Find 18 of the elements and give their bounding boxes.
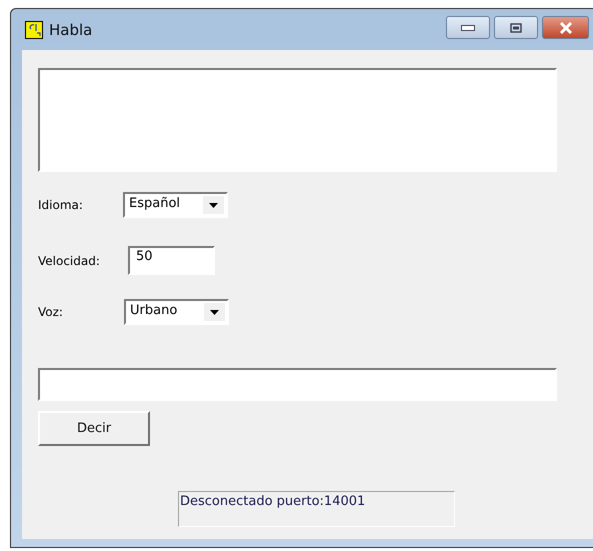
say-button[interactable]: Decir: [38, 411, 150, 446]
close-icon: [558, 22, 572, 34]
speed-field[interactable]: 50: [128, 246, 215, 275]
window-title: Habla: [49, 20, 92, 38]
text-area[interactable]: [38, 68, 557, 172]
close-button[interactable]: [542, 16, 589, 39]
app-icon: [25, 20, 43, 38]
maximize-icon: [510, 22, 522, 32]
input-field[interactable]: [38, 368, 557, 401]
minimize-button[interactable]: [446, 16, 490, 39]
minimize-icon: [461, 24, 475, 30]
language-dropdown[interactable]: Español: [123, 192, 228, 218]
status-label: Desconectado puerto:14001: [178, 491, 455, 527]
maximize-button[interactable]: [494, 16, 538, 39]
voice-label: Voz:: [38, 305, 64, 319]
language-label: Idioma:: [38, 198, 84, 212]
speed-label: Velocidad:: [38, 254, 101, 268]
voice-dropdown[interactable]: Urbano: [124, 299, 229, 325]
